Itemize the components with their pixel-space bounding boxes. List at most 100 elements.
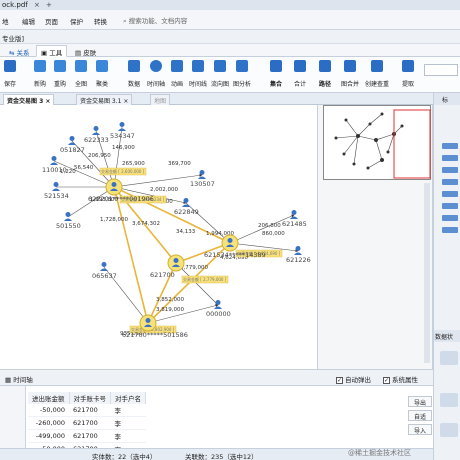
window-title: ock.pdf [2,1,28,9]
account-node[interactable]: 501550 [56,212,81,230]
extract-label: 提取 [401,81,414,88]
dedupe-button[interactable]: 创建查重 [365,60,389,88]
save-icon [4,60,16,72]
overview-map[interactable] [323,105,431,180]
menu-file[interactable]: 地 [2,16,9,26]
column-header[interactable]: 对手户名 [110,392,146,404]
doc-tab-map[interactable]: 地图 [150,94,171,105]
panel-item-2[interactable] [442,155,458,161]
account-node[interactable]: 622849 [174,198,199,216]
edge-label: 146,900 [112,145,135,151]
node-label: 110010 [42,166,67,174]
panel-item-8[interactable] [442,227,458,233]
new-icon [34,60,46,72]
transaction-table: 进出账金额 对手账卡号 对手户名 -50,000 621700 李 -260,0… [28,392,146,456]
toolbar-search-field[interactable] [424,64,458,76]
doc-tab-map-label: 地图 [154,98,167,105]
system-props-checkbox[interactable]: ✓ 系统属性 [383,374,418,384]
flow-chart-button[interactable]: 流向图 [210,60,230,88]
project-bar: 专业版] [0,30,460,44]
data-button[interactable]: 数据 [124,60,144,88]
timeline-icon [192,60,204,72]
merge-graph-button[interactable]: 图合并 [340,60,360,88]
column-header[interactable]: 进出账金额 [28,392,70,404]
hub-account-node[interactable]: 621700 [150,254,185,279]
account-node[interactable]: 534347 [110,122,135,140]
close-tab-icon[interactable]: × [34,1,40,9]
bottom-toolbar: ▦ 时间轴 ✓ 自动弹出 ✓ 系统属性 [0,369,433,386]
table-row[interactable]: -50,000 621700 李 [28,404,146,417]
system-props-label: 系统属性 [392,376,418,384]
db-icon [440,393,458,407]
account-node[interactable]: 621485 [282,210,307,228]
set-button[interactable]: 集合 [266,60,286,88]
node-label: 622201*****001906 [88,195,154,203]
node-label: 521534 [44,192,69,200]
doc-tab-1[interactable]: 资金交易图 3 × [3,94,55,105]
column-header[interactable]: 对手账卡号 [69,392,111,404]
account-node[interactable]: 130507 [190,170,215,188]
auto-fit-button[interactable]: 自适 [408,410,432,421]
panel-item-1[interactable] [442,143,458,149]
doc-tab-2[interactable]: 资金交易图 3.1 × [76,94,133,105]
export-button[interactable]: 导出 [408,396,432,407]
tab-tools[interactable]: ▣ 工具 [36,45,68,57]
tab-skin[interactable]: ▤ 皮肤 [70,45,101,57]
amount-badge-label: 交易金额 [ 2,600,000 ] [101,168,145,174]
doc-tab-2-label: 资金交易图 3.1 [80,98,122,105]
account-node[interactable]: 622333 [84,126,109,144]
ribbon-tabs: ⇆ 关系 ▣ 工具 ▤ 皮肤 [0,44,460,57]
person-icon [69,136,75,141]
relationship-graph[interactable]: 146,900206,95056,5401,2202,002,000140,00… [0,105,318,369]
account-node[interactable]: 000000 [206,300,231,318]
data-status-header: 数据状 [434,330,460,342]
search-input[interactable]: ⌕ 搜索功能、文档内容 [123,15,187,26]
graph-edge[interactable] [113,173,203,188]
merge-icon [344,60,356,72]
person-icon [295,246,301,251]
menu-edit[interactable]: 编辑 [22,16,35,26]
table-row[interactable]: -499,000 621700 李 [28,429,146,443]
new-tab-icon[interactable]: + [46,1,52,9]
tab-skin-label: 皮肤 [83,49,97,57]
graph-canvas[interactable]: 146,900206,95056,5401,2202,002,000140,00… [0,105,318,369]
tab-relation[interactable]: ⇆ 关系 [4,45,35,57]
timeline-button[interactable]: 时间线 [188,60,208,88]
save-button[interactable]: 保存 [0,60,20,88]
account-node[interactable]: 051827 [60,136,85,154]
table-row[interactable]: -260,000 621700 李 [28,416,146,430]
cluster-button[interactable]: 聚类 [92,60,112,88]
total-button[interactable]: 合计 [290,60,310,88]
right-panel-title: 标 [442,97,449,104]
account-node[interactable]: 621226 [286,246,311,264]
grid-buttons: 导出 自适 导入 [408,396,432,438]
overview-scrollbar[interactable] [424,183,430,363]
menu-page[interactable]: 页面 [45,16,58,26]
panel-item-3[interactable] [442,167,458,173]
hub-account-node[interactable]: 622201*****001906 [88,178,154,203]
graph-analysis-button[interactable]: 图分析 [232,60,252,88]
doc-tab-1-label: 资金交易图 3 [7,98,44,105]
extract-button[interactable]: 提取 [398,60,418,88]
save-label: 保存 [3,81,16,88]
auto-popup-checkbox[interactable]: ✓ 自动弹出 [336,374,371,384]
db-icon [440,351,458,365]
account-node[interactable]: 065637 [92,262,117,280]
import-button[interactable]: 导入 [408,424,432,435]
account-node[interactable]: 521534 [44,182,69,200]
path-button[interactable]: 路径 [315,60,335,88]
hub-account-node[interactable]: 621534*****14389 [204,234,266,259]
menu-protect[interactable]: 保护 [70,16,83,26]
panel-item-6[interactable] [442,203,458,209]
menu-convert[interactable]: 转换 [94,16,107,26]
edge-label: 3,674,302 [132,221,160,227]
panel-item-5[interactable] [442,191,458,197]
person-icon [291,210,297,215]
menu-bar: 地 编辑 页面 保护 转换 ⌕ 搜索功能、文档内容 [0,10,460,30]
viewport-indicator[interactable] [393,109,431,179]
panel-item-7[interactable] [442,215,458,221]
tab-relation-label: 关系 [16,49,30,57]
panel-item-4[interactable] [442,179,458,185]
overview-edges [335,113,403,169]
timeline-section-label: ▦ 时间轴 [5,374,33,384]
